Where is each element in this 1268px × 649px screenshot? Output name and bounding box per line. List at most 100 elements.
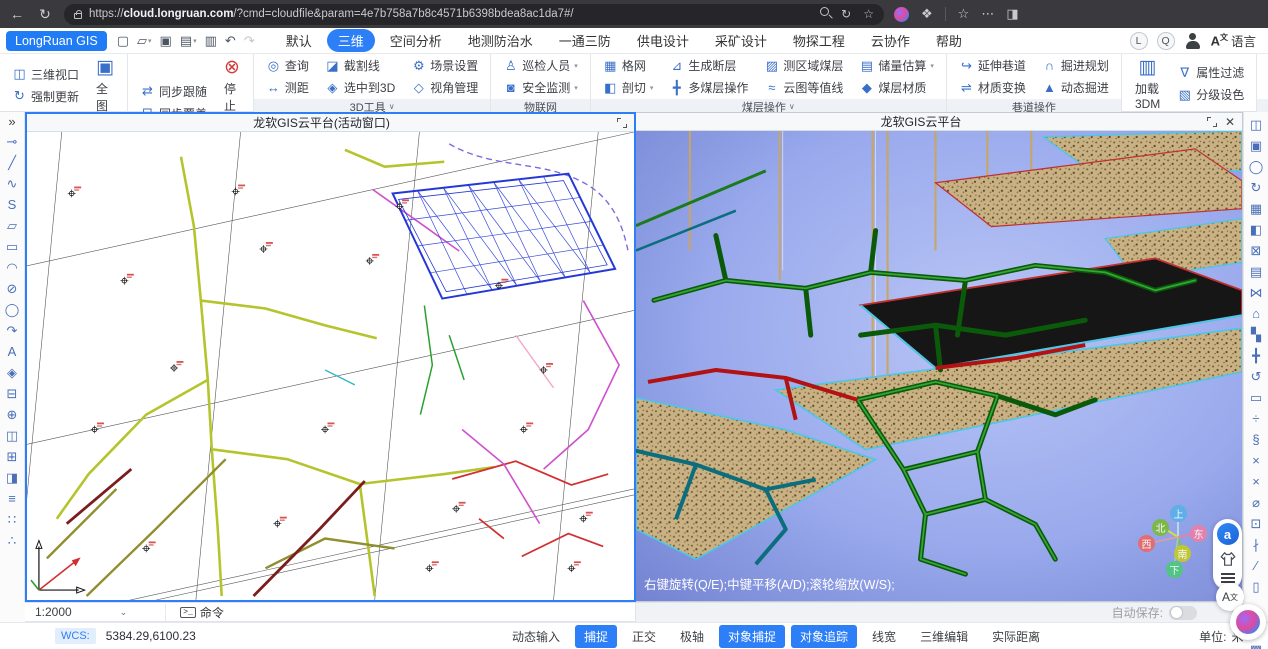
extend-line-icon[interactable]: ∕ xyxy=(1246,555,1267,576)
ribbon-button-generate-fault[interactable]: ⊿生成断层 xyxy=(667,56,750,75)
account-icon[interactable] xyxy=(1184,32,1202,50)
properties-icon[interactable]: ▤ xyxy=(1246,261,1267,282)
menu-tab-9[interactable]: 帮助 xyxy=(925,29,973,52)
ribbon-button-excavation-plan[interactable]: ∩掘进规划 xyxy=(1040,56,1111,75)
status-toggle-5[interactable]: 对象追踪 xyxy=(791,625,857,648)
assistant-logo-icon[interactable]: a xyxy=(1217,523,1239,545)
status-toggle-7[interactable]: 三维编辑 xyxy=(911,625,977,648)
status-toggle-4[interactable]: 对象捕捉 xyxy=(719,625,785,648)
ribbon-button-measure-region-seam[interactable]: ▨测区域煤层 xyxy=(762,56,845,75)
ribbon-button-extend-tunnel[interactable]: ↪延伸巷道 xyxy=(957,56,1028,75)
gizmo-south[interactable]: 南 xyxy=(1174,545,1191,562)
rotate-icon[interactable]: ↺ xyxy=(1246,366,1267,387)
divide-icon[interactable]: ÷ xyxy=(1246,408,1267,429)
draw-arc-reverse-tool[interactable]: ↷ xyxy=(2,320,23,341)
align-center-tool[interactable]: ⊕ xyxy=(2,404,23,425)
more-menu-icon[interactable]: ⋯ xyxy=(981,6,994,22)
scatter-select-tool[interactable]: ∴ xyxy=(2,530,23,551)
menu-tab-7[interactable]: 物探工程 xyxy=(782,29,856,52)
back-icon[interactable]: ← xyxy=(8,6,26,22)
align-middle-tool[interactable]: ⊞ xyxy=(2,446,23,467)
undo-icon[interactable]: ↶ xyxy=(225,33,236,49)
clip-cube-icon[interactable]: ◧ xyxy=(1246,219,1267,240)
ribbon-button-contour-map[interactable]: ≈云图等值线 xyxy=(762,78,845,97)
ribbon-button-safety-monitor[interactable]: ◙安全监测▾ xyxy=(501,78,580,97)
menu-tab-1[interactable]: 三维 xyxy=(327,29,375,52)
ribbon-button-select-to-3d[interactable]: ◈选中到3D xyxy=(323,78,397,97)
distribute-horizontal-tool[interactable]: ≡ xyxy=(2,488,23,509)
node-rect-icon[interactable]: ▯ xyxy=(1246,576,1267,597)
extensions-puzzle-icon[interactable]: ❖ xyxy=(921,6,933,22)
distribute-vertical-tool[interactable]: ∷ xyxy=(2,509,23,530)
ribbon-button-grid[interactable]: ▦格网 xyxy=(601,56,656,75)
sync-rotate-icon[interactable]: ↻ xyxy=(1246,177,1267,198)
draw-rectangle-tool[interactable]: ▭ xyxy=(2,236,23,257)
ribbon-button-graded-color[interactable]: ▧分级设色 xyxy=(1175,85,1246,104)
ribbon-button-cutting-line[interactable]: ◪截割线 xyxy=(323,56,397,75)
draw-polygon-tool[interactable]: ▱ xyxy=(2,215,23,236)
refresh-icon[interactable]: ↻ xyxy=(36,6,54,23)
status-toggle-2[interactable]: 正交 xyxy=(623,625,665,648)
ribbon-button-sync-follow[interactable]: ⇄同步跟随 xyxy=(138,82,209,101)
ribbon-button-full-extent[interactable]: ▣全图 xyxy=(93,56,117,114)
mirror-icon[interactable]: ⋈ xyxy=(1246,282,1267,303)
wcs-badge[interactable]: WCS: xyxy=(55,628,96,644)
draw-polyline-tool[interactable]: ∿ xyxy=(2,173,23,194)
move-icon[interactable]: ╋ xyxy=(1246,345,1267,366)
close-icon[interactable]: ✕ xyxy=(1224,116,1236,128)
redo-icon[interactable]: ↷ xyxy=(244,33,255,49)
draw-text-tool[interactable]: A xyxy=(2,341,23,362)
open-file-icon[interactable]: ▱▾ xyxy=(137,33,152,49)
new-document-icon[interactable]: ▤▾ xyxy=(180,33,197,49)
viewport-3d-icon[interactable]: ◫ xyxy=(1246,114,1267,135)
user-l-badge[interactable]: L xyxy=(1130,32,1148,50)
array-icon[interactable]: ▚ xyxy=(1246,324,1267,345)
break-line-icon[interactable]: ∤ xyxy=(1246,534,1267,555)
tshirt-icon[interactable] xyxy=(1219,551,1237,567)
print-icon[interactable]: ▥ xyxy=(205,33,217,49)
new-file-icon[interactable]: ▢ xyxy=(117,33,129,49)
ribbon-button-seam-material[interactable]: ◆煤层材质 xyxy=(857,78,936,97)
ribbon-button-material-transform[interactable]: ⇌材质变换 xyxy=(957,78,1028,97)
menu-tab-0[interactable]: 默认 xyxy=(275,29,323,52)
map-grid-icon[interactable]: ▦ xyxy=(1246,198,1267,219)
ribbon-button-viewport-3d[interactable]: ◫三维视口 xyxy=(10,65,81,84)
full-extent-icon[interactable]: ▣ xyxy=(1246,135,1267,156)
crop-region-icon[interactable]: ⊡ xyxy=(1246,513,1267,534)
gizmo-north[interactable]: 北 xyxy=(1152,519,1169,536)
user-q-badge[interactable]: Q xyxy=(1157,32,1175,50)
align-left-tool[interactable]: ⊟ xyxy=(2,383,23,404)
ribbon-button-load-3dm[interactable]: ▥加载3DM xyxy=(1132,56,1163,111)
chevron-down-icon[interactable]: ⌄ xyxy=(120,607,128,618)
gizmo-up[interactable]: 上 xyxy=(1170,505,1187,522)
panel-expander-icon[interactable]: » xyxy=(8,114,15,131)
stretch-rect-icon[interactable]: ▭ xyxy=(1246,387,1267,408)
gizmo-east[interactable]: 东 xyxy=(1190,525,1207,542)
draw-revcloud-tool[interactable]: ◯ xyxy=(2,299,23,320)
profile-sidebar-icon[interactable]: ◨ xyxy=(1006,6,1018,22)
chevron-down-icon[interactable]: ∨ xyxy=(389,102,395,111)
command-button[interactable]: >_ 命令 xyxy=(165,604,224,621)
address-bar[interactable]: https://cloud.longruan.com/?cmd=cloudfil… xyxy=(64,4,884,25)
extrude-icon[interactable]: ⌂ xyxy=(1246,303,1267,324)
status-toggle-3[interactable]: 极轴 xyxy=(671,625,713,648)
delete-icon[interactable]: ⊠ xyxy=(1246,240,1267,261)
ribbon-button-view-manager[interactable]: ◇视角管理 xyxy=(409,78,480,97)
language-button[interactable]: A文语言 xyxy=(1211,31,1256,50)
maximize-icon[interactable] xyxy=(616,117,628,129)
ribbon-button-section-cut[interactable]: ◧剖切▾ xyxy=(601,78,656,97)
hatch-tool[interactable]: ◈ xyxy=(2,362,23,383)
ribbon-button-scene-settings[interactable]: ⚙场景设置 xyxy=(409,56,480,75)
status-toggle-6[interactable]: 线宽 xyxy=(863,625,905,648)
autosave-toggle[interactable] xyxy=(1169,606,1197,620)
brain-extension-icon[interactable] xyxy=(894,7,909,22)
menu-tab-2[interactable]: 空间分析 xyxy=(379,29,453,52)
extension-fab-button[interactable] xyxy=(1230,604,1266,640)
status-toggle-8[interactable]: 实际距离 xyxy=(983,625,1049,648)
draw-point-tool[interactable]: ⊸ xyxy=(2,131,23,152)
gizmo-west[interactable]: 西 xyxy=(1138,535,1155,552)
bookmark-star-icon[interactable]: ☆ xyxy=(863,7,874,21)
ribbon-button-force-refresh[interactable]: ↻强制更新 xyxy=(10,87,81,106)
extend-trim-icon[interactable]: × xyxy=(1246,471,1267,492)
trim-icon[interactable]: × xyxy=(1246,450,1267,471)
